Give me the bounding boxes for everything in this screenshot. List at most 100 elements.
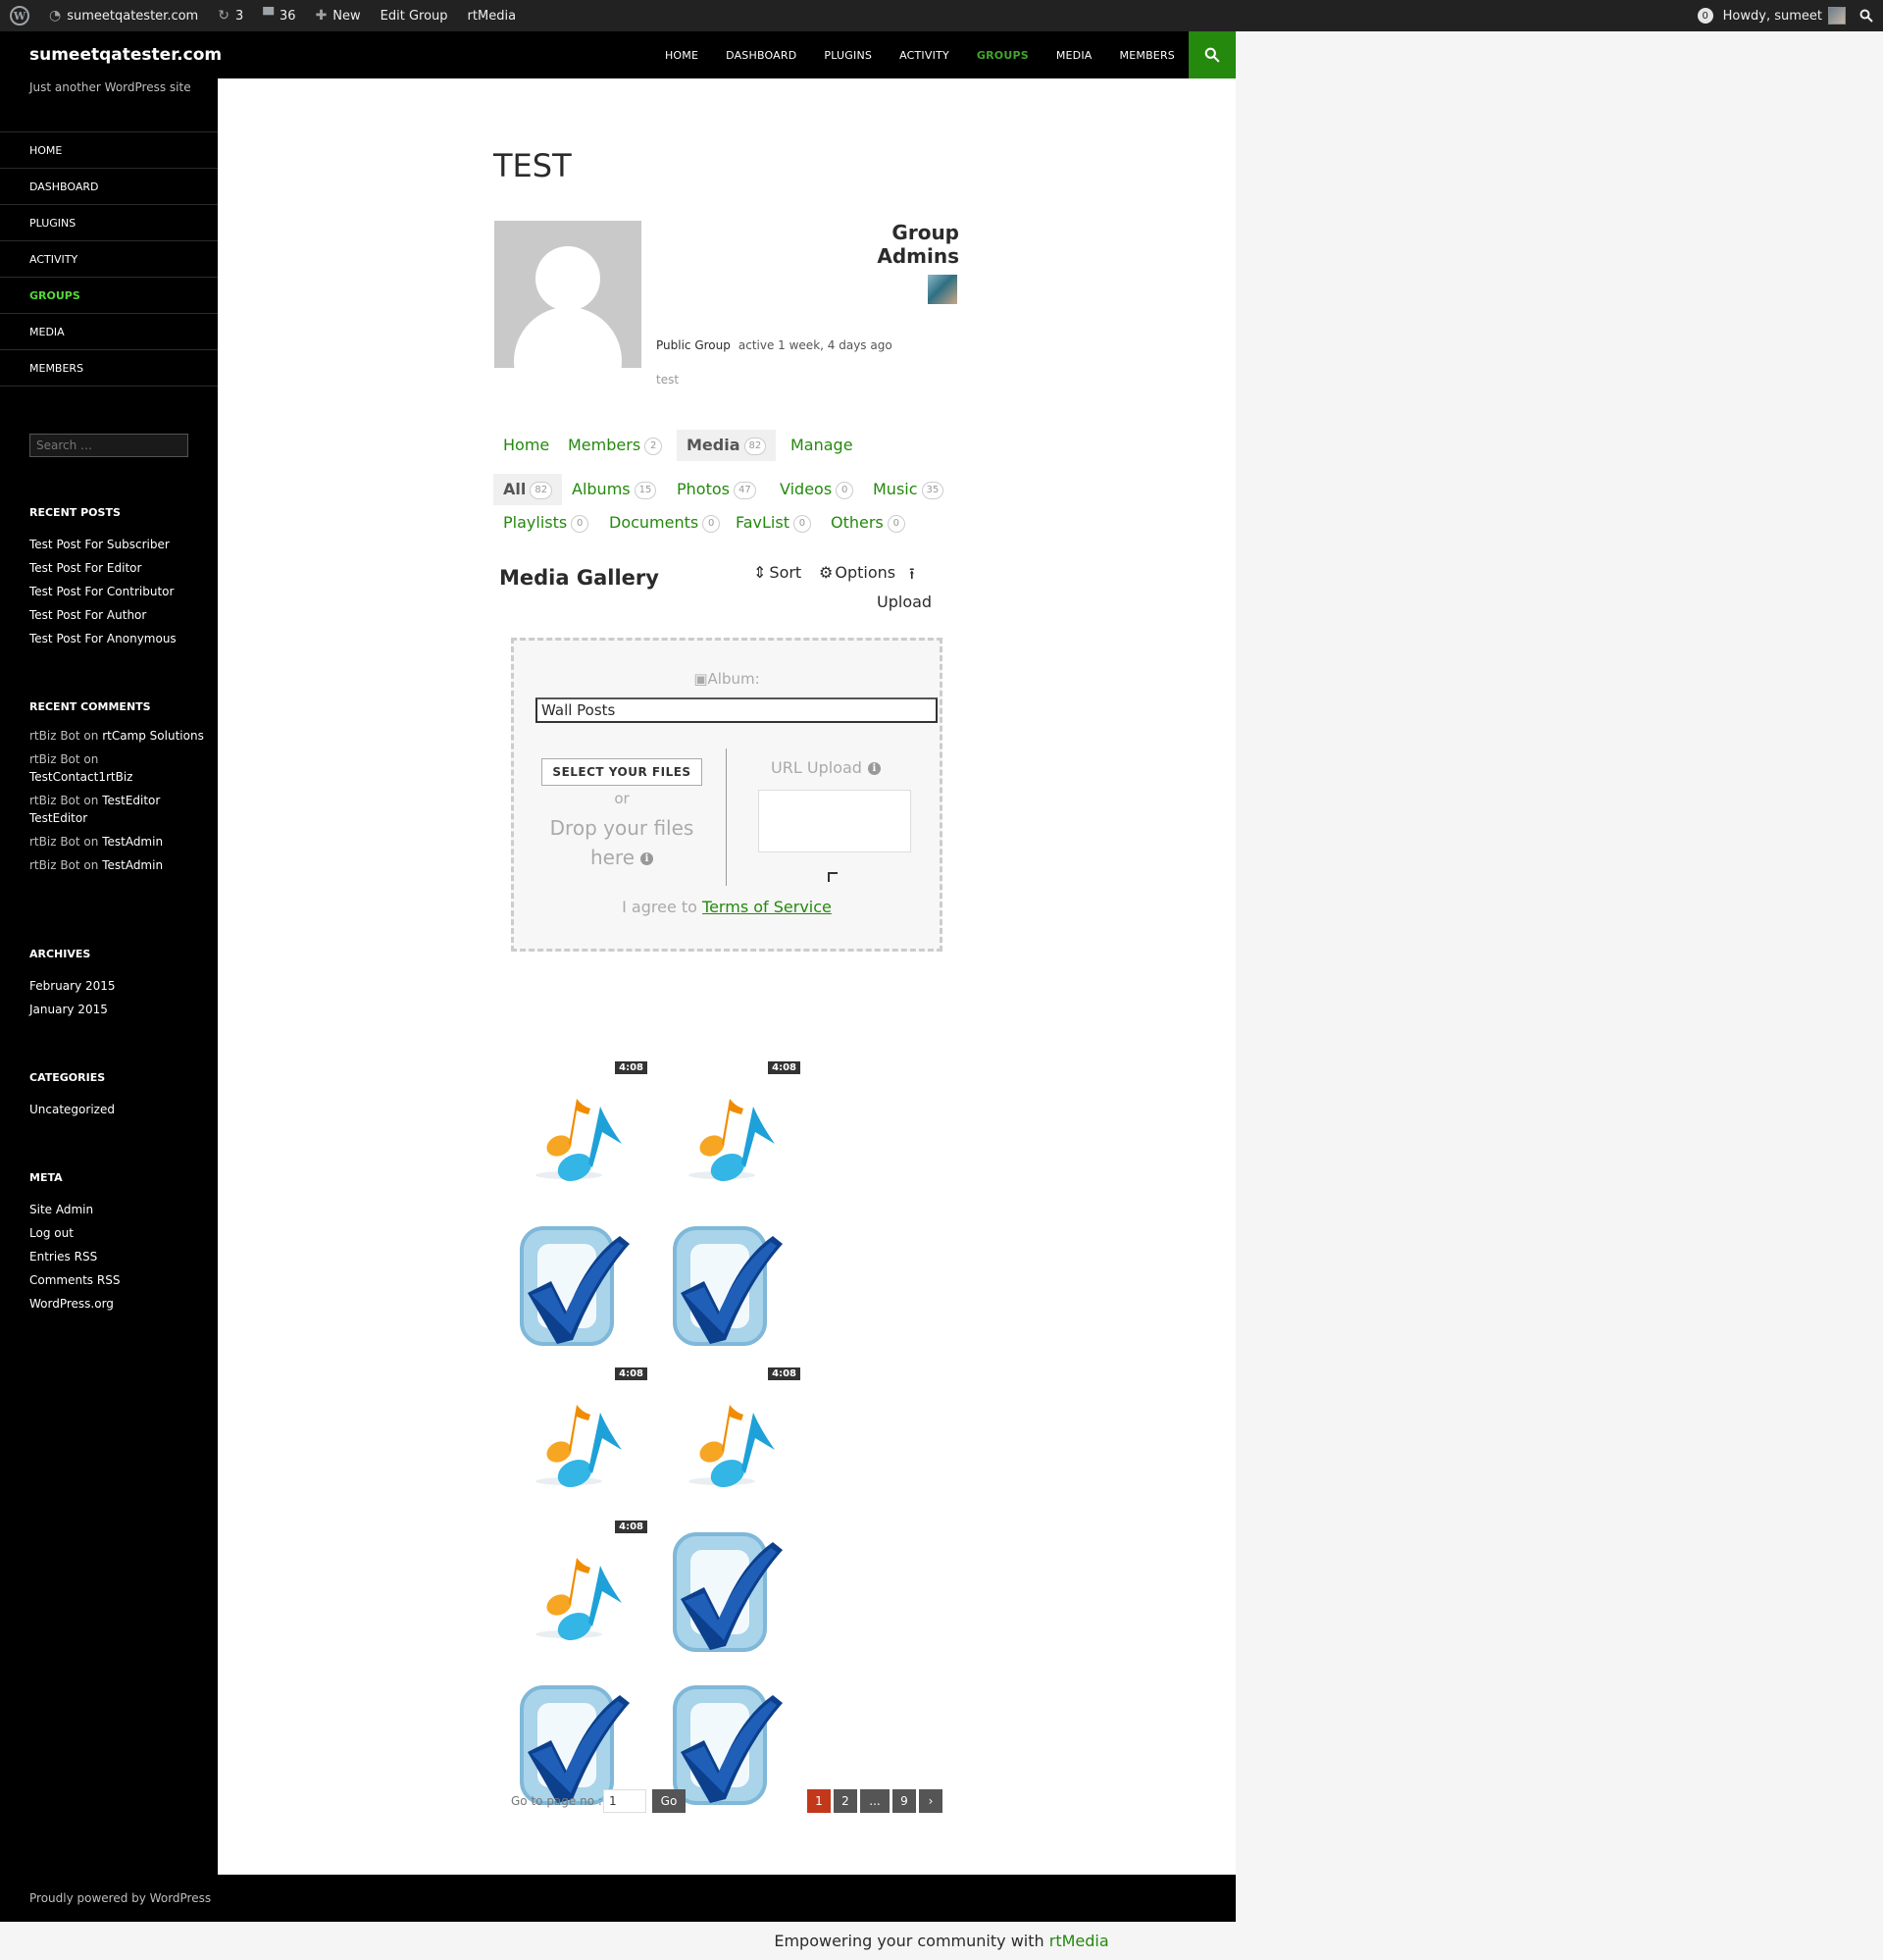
comment-post-link[interactable]: TestContact1rtBiz: [29, 770, 132, 784]
comment-post-link[interactable]: rtCamp Solutions: [102, 729, 204, 743]
media-tab-photos[interactable]: Photos 47: [667, 474, 766, 505]
goto-page-button[interactable]: Go: [652, 1789, 686, 1813]
admin-bar-updates[interactable]: ↻ 3: [208, 0, 253, 31]
media-item-photo[interactable]: [655, 1519, 802, 1666]
comment-post-link[interactable]: TestAdmin: [102, 835, 163, 849]
media-item-photo[interactable]: [502, 1212, 649, 1360]
tab-manage[interactable]: Manage: [781, 430, 863, 461]
nav-dashboard[interactable]: DASHBOARD: [712, 49, 810, 62]
nav-plugins[interactable]: PLUGINS: [810, 49, 886, 62]
admin-bar-rtmedia[interactable]: rtMedia: [458, 0, 527, 31]
rtmedia-credit: Empowering your community with rtMedia: [0, 1922, 1883, 1960]
admin-bar-comments[interactable]: ▀ 36: [253, 0, 305, 31]
nav-groups[interactable]: GROUPS: [963, 49, 1043, 62]
page-1-button[interactable]: 1: [807, 1789, 831, 1813]
album-select[interactable]: Wall Posts: [535, 697, 938, 723]
checkmark-icon: [655, 1212, 802, 1364]
admin-bar-edit-group[interactable]: Edit Group: [371, 0, 458, 31]
info-icon[interactable]: i: [867, 762, 881, 775]
sidebar-item-activity[interactable]: ACTIVITY: [0, 241, 218, 278]
meta-link-comments-rss[interactable]: Comments RSS: [29, 1268, 206, 1292]
sidebar-item-plugins[interactable]: PLUGINS: [0, 205, 218, 241]
media-item-music[interactable]: 4:08: [502, 1059, 649, 1207]
resize-handle-icon[interactable]: [828, 872, 838, 882]
sidebar-item-home[interactable]: HOME: [0, 132, 218, 169]
nav-home[interactable]: HOME: [651, 49, 712, 62]
comment-icon: ▀: [263, 8, 275, 24]
recent-post-link[interactable]: Test Post For Editor: [29, 556, 206, 580]
sidebar-item-dashboard[interactable]: DASHBOARD: [0, 169, 218, 205]
upload-dropzone[interactable]: ▣Album: Wall Posts SELECT YOUR FILES or …: [511, 638, 942, 952]
tab-label: Documents: [609, 513, 699, 532]
wp-logo-menu[interactable]: W: [0, 0, 39, 31]
media-tab-documents[interactable]: Documents 0: [599, 507, 730, 539]
admin-bar-search[interactable]: [1852, 0, 1883, 31]
info-icon[interactable]: i: [640, 852, 654, 865]
sidebar-item-media[interactable]: MEDIA: [0, 314, 218, 350]
notifications-badge[interactable]: 0: [1697, 8, 1713, 24]
options-button[interactable]: ⚙ Options: [819, 563, 895, 582]
count-badge: 0: [702, 514, 721, 533]
rtmedia-link[interactable]: rtMedia: [1049, 1932, 1109, 1950]
recent-post-link[interactable]: Test Post For Contributor: [29, 580, 206, 603]
media-item-music[interactable]: 4:08: [502, 1519, 649, 1666]
meta-link-entries-rss[interactable]: Entries RSS: [29, 1245, 206, 1268]
footer-credit-link[interactable]: Proudly powered by WordPress: [29, 1875, 211, 1922]
meta-link-wordpress-org[interactable]: WordPress.org: [29, 1292, 206, 1315]
nav-activity[interactable]: ACTIVITY: [886, 49, 963, 62]
page-2-button[interactable]: 2: [834, 1789, 857, 1813]
recent-post-link[interactable]: Test Post For Subscriber: [29, 533, 206, 556]
media-tab-all[interactable]: All 82: [493, 474, 563, 505]
media-item-music[interactable]: 4:08: [655, 1059, 802, 1207]
page-9-button[interactable]: 9: [892, 1789, 916, 1813]
media-item-music[interactable]: 4:08: [655, 1366, 802, 1513]
media-tab-playlists[interactable]: Playlists 0: [493, 507, 598, 539]
admin-bar-new[interactable]: ✚ New: [306, 0, 371, 31]
tab-label: Media: [687, 436, 740, 454]
comment-post-link[interactable]: TestAdmin: [102, 858, 163, 872]
sidebar-search-input[interactable]: [29, 434, 188, 457]
sort-button[interactable]: ⇕ Sort: [753, 563, 801, 582]
nav-media[interactable]: MEDIA: [1043, 49, 1106, 62]
category-link[interactable]: Uncategorized: [29, 1098, 206, 1121]
sidebar-item-members[interactable]: MEMBERS: [0, 350, 218, 387]
media-tab-albums[interactable]: Albums 15: [562, 474, 666, 505]
comments-count: 36: [280, 8, 296, 24]
media-tab-others[interactable]: Others 0: [821, 507, 915, 539]
select-files-button[interactable]: SELECT YOUR FILES: [541, 758, 702, 786]
meta-link-site-admin[interactable]: Site Admin: [29, 1198, 206, 1221]
admin-bar-account[interactable]: 0 Howdy, sumeet: [1688, 0, 1852, 31]
archive-link[interactable]: January 2015: [29, 998, 206, 1021]
upload-icon[interactable]: ⭱: [909, 563, 915, 590]
goto-page-input[interactable]: [603, 1789, 646, 1813]
comment-separator: on: [79, 794, 103, 807]
upload-button[interactable]: Upload: [877, 593, 932, 611]
media-item-music[interactable]: 4:08: [502, 1366, 649, 1513]
gear-icon: ⚙: [819, 563, 834, 582]
admin-bar-site-name[interactable]: ◔ sumeetqatester.com: [39, 0, 208, 31]
goto-page-label: Go to page no :: [511, 1794, 602, 1808]
media-duration: 4:08: [768, 1367, 800, 1380]
site-title[interactable]: sumeetqatester.com: [29, 31, 222, 78]
archive-link[interactable]: February 2015: [29, 974, 206, 998]
media-tab-music[interactable]: Music 35: [863, 474, 953, 505]
tab-members[interactable]: Members 2: [558, 430, 672, 461]
media-tab-favlist[interactable]: FavList 0: [726, 507, 821, 539]
media-tab-videos[interactable]: Videos 0: [770, 474, 863, 505]
next-page-button[interactable]: ›: [919, 1789, 942, 1813]
nav-members[interactable]: MEMBERS: [1106, 49, 1189, 62]
group-avatar[interactable]: [494, 221, 641, 368]
recent-post-link[interactable]: Test Post For Author: [29, 603, 206, 627]
sidebar-item-groups[interactable]: GROUPS: [0, 278, 218, 314]
count-badge: 15: [634, 481, 657, 499]
recent-post-link[interactable]: Test Post For Anonymous: [29, 627, 206, 650]
meta-link-logout[interactable]: Log out: [29, 1221, 206, 1245]
url-upload-input[interactable]: [758, 790, 911, 852]
media-item-photo[interactable]: [655, 1212, 802, 1360]
admin-avatar[interactable]: [928, 275, 957, 304]
recent-comment: rtBiz Bot on TestAdmin: [29, 833, 206, 851]
tab-media[interactable]: Media 82: [677, 430, 777, 461]
search-toggle-button[interactable]: [1189, 31, 1236, 78]
terms-of-service-link[interactable]: Terms of Service: [702, 898, 832, 916]
tab-home[interactable]: Home: [493, 430, 559, 461]
